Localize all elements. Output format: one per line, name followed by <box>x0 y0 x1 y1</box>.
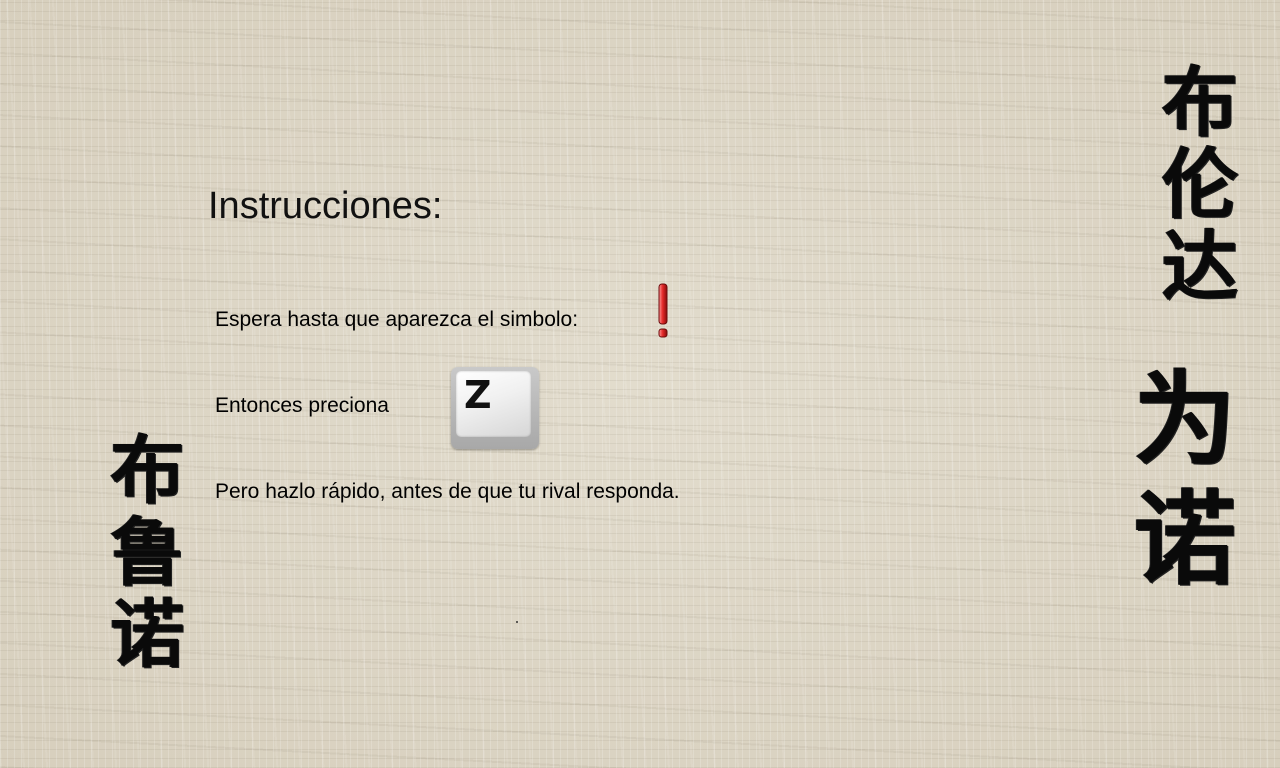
instructions-title: Instrucciones: <box>208 185 443 227</box>
calligraphy-right-bottom: 为 诺 <box>1125 360 1245 600</box>
calligraphy-char: 布 <box>1162 58 1238 147</box>
key-face: Z <box>456 371 531 437</box>
calligraphy-char: 诺 <box>110 592 185 678</box>
calligraphy-char: 达 <box>1162 222 1238 311</box>
calligraphy-char: 为 <box>1134 360 1236 480</box>
z-key-icon: Z <box>451 367 539 449</box>
calligraphy-left: 布 鲁 诺 <box>100 430 195 676</box>
calligraphy-right-top: 布 伦 达 <box>1150 62 1250 308</box>
instruction-fast-text: Pero hazlo rápido, antes de que tu rival… <box>215 480 680 503</box>
exclamation-icon <box>658 283 668 338</box>
instruction-wait-text: Espera hasta que aparezca el simbolo: <box>215 308 579 331</box>
calligraphy-char: 鲁 <box>110 510 185 596</box>
speck <box>516 621 518 623</box>
calligraphy-char: 伦 <box>1162 140 1238 229</box>
instruction-press-text: Entonces preciona <box>215 394 389 417</box>
key-label: Z <box>464 373 492 417</box>
calligraphy-char: 诺 <box>1134 480 1236 600</box>
calligraphy-char: 布 <box>110 428 185 514</box>
